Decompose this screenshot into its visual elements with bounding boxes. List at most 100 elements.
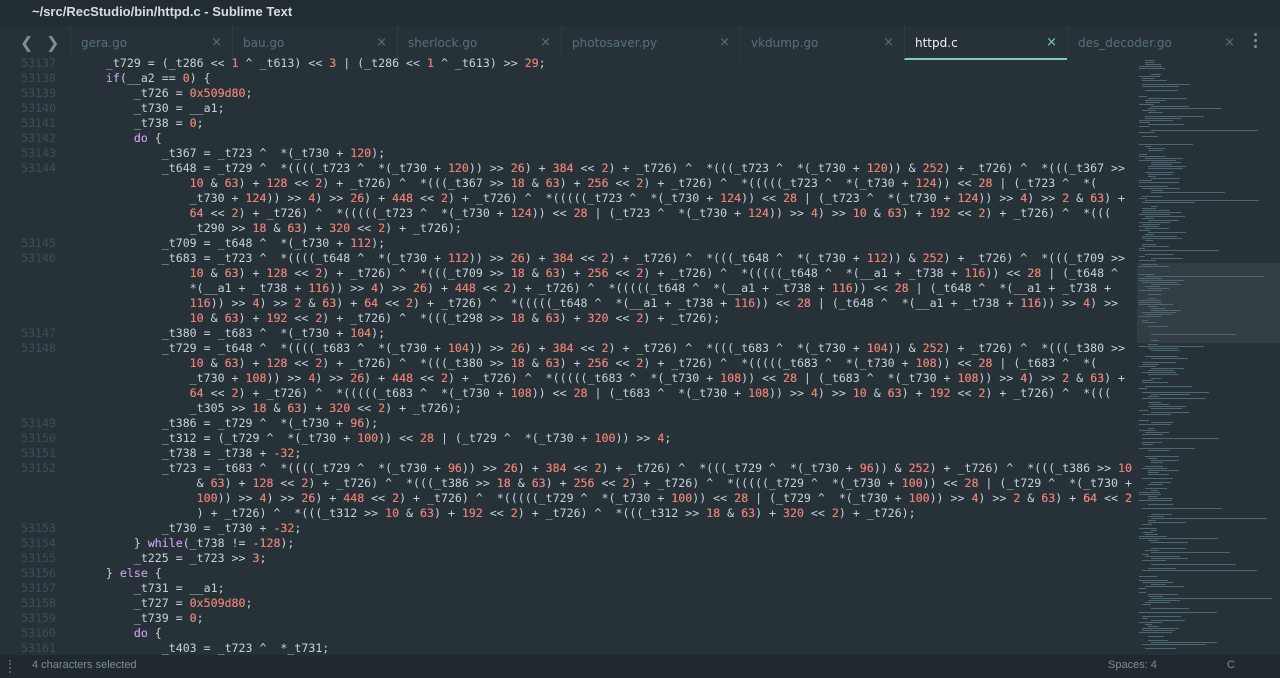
- syntax-setting[interactable]: C: [1227, 659, 1235, 671]
- code-line[interactable]: 53141 _t738 = 0; _t738 = 0;: [0, 116, 1135, 131]
- minimap-line: [1151, 162, 1181, 163]
- tab-bau-go[interactable]: bau.go ×: [232, 25, 397, 60]
- close-tab-icon[interactable]: ×: [1046, 35, 1057, 50]
- code-line[interactable]: 10 & 63) + 192 << 2) + _t726) ^ *(((_t29…: [0, 311, 1135, 326]
- line-number: 53157: [21, 581, 56, 595]
- code-line[interactable]: 64 << 2) + _t726) ^ *(((((_t683 ^ *(_t73…: [0, 386, 1135, 401]
- code-line[interactable]: 100)) >> 4) >> 26) + 448 << 2) + _t726) …: [0, 491, 1135, 506]
- code-line[interactable]: 53150 _t312 = (_t729 ^ *(_t730 + 100)) <…: [0, 431, 1135, 446]
- code-line[interactable]: 53138 if(__a2 == 0) { if(__a2 == 0) {: [0, 71, 1135, 86]
- code-line[interactable]: 53161 _t403 = _t723 ^ *_t731;: [0, 641, 1135, 655]
- code-line[interactable]: 53159 _t739 = 0; _t739 = 0;: [0, 611, 1135, 626]
- forward-arrow-icon[interactable]: ❯: [46, 33, 59, 52]
- code-line[interactable]: 53142 do { do {: [0, 131, 1135, 146]
- code-text: _t729 = (_t286 << 1 ^ _t613) << 3 | (_t2…: [78, 56, 546, 70]
- code-line[interactable]: 53146 _t683 = _t723 ^ *((((_t648 ^ *(_t7…: [0, 251, 1135, 266]
- minimap-line: [1142, 382, 1168, 383]
- line-number: 53139: [21, 86, 56, 100]
- code-line[interactable]: _t305 >> 18 & 63) + 320 << 2) + _t726); …: [0, 401, 1135, 416]
- minimap-line: [1142, 364, 1159, 365]
- code-line[interactable]: 53152 _t723 = _t683 ^ *((((_t729 ^ *(_t7…: [0, 461, 1135, 476]
- code-line[interactable]: 53158 _t727 = 0x509d80; _t727 = 0x509d80…: [0, 596, 1135, 611]
- code-text: ) + _t726) ^ *(((_t312 >> 10 & 63) + 192…: [78, 506, 916, 520]
- minimap-line: [1142, 210, 1170, 211]
- code-line[interactable]: 10 & 63) + 128 << 2) + _t726) ^ *(((_t36…: [0, 176, 1135, 191]
- minimap-line: [1142, 312, 1176, 313]
- tab-sherlock-go[interactable]: sherlock.go ×: [397, 25, 561, 60]
- close-tab-icon[interactable]: ×: [719, 35, 730, 50]
- code-line[interactable]: _t730 + 108)) >> 4) >> 26) + 448 << 2) +…: [0, 371, 1135, 386]
- tab-des-decoder-go[interactable]: des_decoder.go ×: [1067, 25, 1245, 60]
- code-line[interactable]: 53151 _t738 = _t738 + -32; _t738 = _t738…: [0, 446, 1135, 461]
- code-line[interactable]: 53140 _t730 = __a1;: [0, 101, 1135, 116]
- minimap-line: [1142, 238, 1183, 239]
- minimap[interactable]: [1137, 56, 1280, 655]
- code-line[interactable]: 10 & 63) + 128 << 2) + _t726) ^ *(((_t38…: [0, 356, 1135, 371]
- code-line[interactable]: 53157 _t731 = __a1;: [0, 581, 1135, 596]
- minimap-line: [1139, 144, 1194, 145]
- indentation-setting[interactable]: Spaces: 4: [1108, 659, 1157, 671]
- code-line[interactable]: *(__a1 + _t738 + 116)) >> 4) >> 26) + 44…: [0, 281, 1135, 296]
- tab-gera-go[interactable]: gera.go ×: [70, 25, 232, 60]
- code-line[interactable]: & 63) + 128 << 2) + _t726) ^ *(((_t386 >…: [0, 476, 1135, 491]
- close-tab-icon[interactable]: ×: [883, 35, 894, 50]
- minimap-line: [1139, 66, 1163, 67]
- minimap-line: [1139, 366, 1157, 367]
- minimap-line: [1142, 372, 1177, 373]
- close-tab-icon[interactable]: ×: [1224, 35, 1235, 50]
- minimap-line: [1148, 174, 1172, 175]
- code-line[interactable]: 53147 _t380 = _t683 ^ *(_t730 + 104); _t…: [0, 326, 1135, 341]
- code-line[interactable]: 53149 _t386 = _t729 ^ *(_t730 + 96); _t3…: [0, 416, 1135, 431]
- close-tab-icon[interactable]: ×: [376, 35, 387, 50]
- code-line[interactable]: 53153 _t730 = _t730 + -32; _t730 = _t730…: [0, 521, 1135, 536]
- close-tab-icon[interactable]: ×: [211, 35, 222, 50]
- code-line[interactable]: 53155 _t225 = _t723 >> 3; _t225 = _t723 …: [0, 551, 1135, 566]
- code-line[interactable]: 53145 _t709 = _t648 ^ *(_t730 + 112); _t…: [0, 236, 1135, 251]
- code-line[interactable]: 53139 _t726 = 0x509d80; _t726 = 0x509d80…: [0, 86, 1135, 101]
- line-number: 53148: [21, 341, 56, 355]
- close-tab-icon[interactable]: ×: [540, 35, 551, 50]
- code-line[interactable]: 53143 _t367 = _t723 ^ *(_t730 + 120); _t…: [0, 146, 1135, 161]
- code-line[interactable]: _t730 + 124)) >> 4) >> 26) + 448 << 2) +…: [0, 191, 1135, 206]
- code-text: _t729 = _t648 ^ *((((_t683 ^ *(_t730 + 1…: [78, 341, 1126, 355]
- minimap-line: [1151, 552, 1230, 553]
- line-number: 53142: [21, 131, 56, 145]
- more-options-icon[interactable]: [1254, 33, 1258, 51]
- minimap-line: [1139, 632, 1173, 633]
- back-arrow-icon[interactable]: ❮: [20, 33, 33, 52]
- minimap-line: [1139, 494, 1162, 495]
- code-line[interactable]: _t290 >> 18 & 63) + 320 << 2) + _t726); …: [0, 221, 1135, 236]
- code-text: 10 & 63) + 192 << 2) + _t726) ^ *(((_t29…: [78, 311, 721, 325]
- code-text: _t683 = _t723 ^ *((((_t648 ^ *(_t730 + 1…: [78, 251, 1126, 265]
- code-line[interactable]: 53160 do { do {: [0, 626, 1135, 641]
- code-line[interactable]: 116)) >> 4) >> 2 & 63) + 64 << 2) + _t72…: [0, 296, 1135, 311]
- minimap-line: [1145, 102, 1161, 103]
- code-line[interactable]: 10 & 63) + 128 << 2) + _t726) ^ *(((_t70…: [0, 266, 1135, 281]
- minimap-line: [1151, 518, 1267, 519]
- panel-toggle-icon[interactable]: [9, 660, 13, 673]
- minimap-line: [1142, 244, 1157, 245]
- tab-vkdump-go[interactable]: vkdump.go ×: [740, 25, 904, 60]
- minimap-line: [1139, 492, 1160, 493]
- code-line[interactable]: 53144 _t648 = _t729 ^ *((((_t723 ^ *(_t7…: [0, 161, 1135, 176]
- code-line[interactable]: 53154 } while(_t738 != -128); } while(_t…: [0, 536, 1135, 551]
- code-line[interactable]: 53148 _t729 = _t648 ^ *((((_t683 ^ *(_t7…: [0, 341, 1135, 356]
- code-line[interactable]: 53137 _t729 = (_t286 << 1 ^ _t613) << 3 …: [0, 56, 1135, 71]
- code-editor[interactable]: 53137 _t729 = (_t286 << 1 ^ _t613) << 3 …: [0, 56, 1135, 655]
- minimap-line: [1151, 350, 1181, 351]
- tab-photosaver-py[interactable]: photosaver.py ×: [561, 25, 740, 60]
- minimap-line: [1151, 74, 1162, 75]
- minimap-viewport[interactable]: [1137, 263, 1280, 343]
- code-line[interactable]: 53156 } else { } else {: [0, 566, 1135, 581]
- minimap-line: [1148, 484, 1163, 485]
- minimap-line: [1139, 186, 1168, 187]
- minimap-line: [1145, 314, 1172, 315]
- code-text: _t730 = __a1;: [78, 101, 225, 115]
- minimap-line: [1139, 120, 1173, 121]
- minimap-line: [1139, 302, 1163, 303]
- minimap-line: [1142, 224, 1160, 225]
- minimap-line: [1142, 86, 1179, 87]
- tab-httpd-c[interactable]: httpd.c ×: [904, 25, 1067, 60]
- code-line[interactable]: 64 << 2) + _t726) ^ *(((((_t723 ^ *(_t73…: [0, 206, 1135, 221]
- code-line[interactable]: ) + _t726) ^ *(((_t312 >> 10 & 63) + 192…: [0, 506, 1135, 521]
